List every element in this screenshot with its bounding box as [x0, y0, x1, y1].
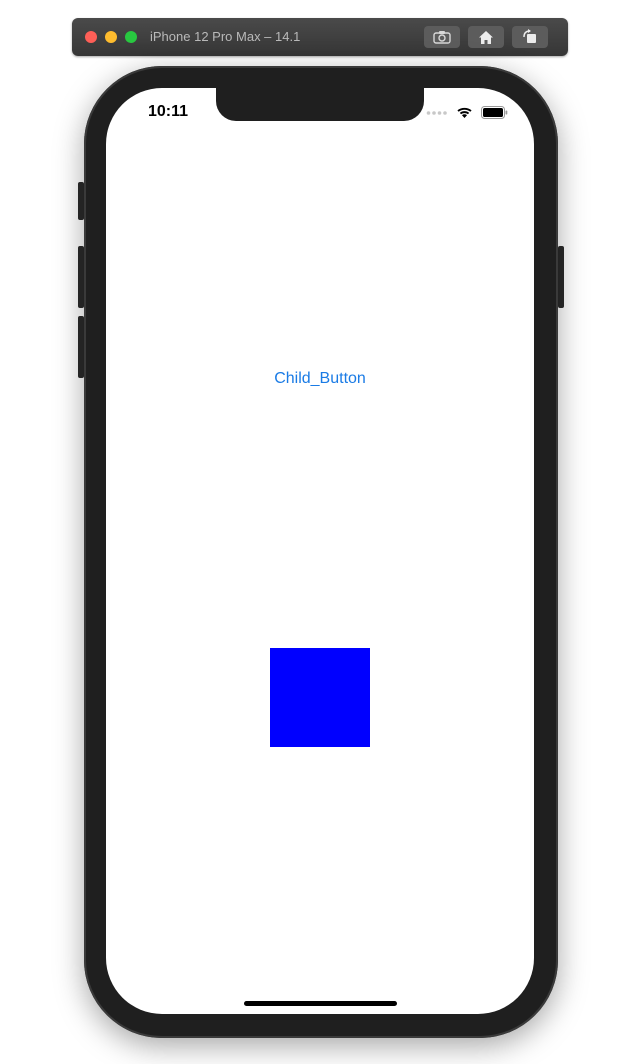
minimize-window-button[interactable] — [105, 31, 117, 43]
screenshot-button[interactable] — [424, 26, 460, 48]
blue-square-view — [270, 648, 370, 747]
battery-icon — [481, 106, 508, 119]
child-button[interactable]: Child_Button — [274, 370, 366, 388]
simulator-title-bar: iPhone 12 Pro Max – 14.1 — [72, 18, 568, 56]
home-button[interactable] — [468, 26, 504, 48]
rotate-button[interactable] — [512, 26, 548, 48]
status-time: 10:11 — [148, 103, 189, 120]
rotate-icon — [523, 29, 536, 43]
page: iPhone 12 Pro Max – 14.1 10:11 Child_But… — [0, 0, 640, 1064]
signal-dots-icon — [426, 110, 447, 115]
notch — [216, 88, 424, 121]
power-button — [558, 246, 564, 308]
home-icon — [479, 30, 493, 44]
zoom-window-button[interactable] — [125, 31, 137, 43]
home-indicator[interactable] — [244, 1001, 397, 1006]
status-icons — [426, 106, 508, 119]
close-window-button[interactable] — [85, 31, 97, 43]
simulator-title: iPhone 12 Pro Max – 14.1 — [150, 29, 301, 44]
device-screen: 10:11 Child_Button — [106, 88, 534, 1014]
camera-icon — [433, 31, 451, 44]
wifi-icon — [457, 107, 472, 118]
